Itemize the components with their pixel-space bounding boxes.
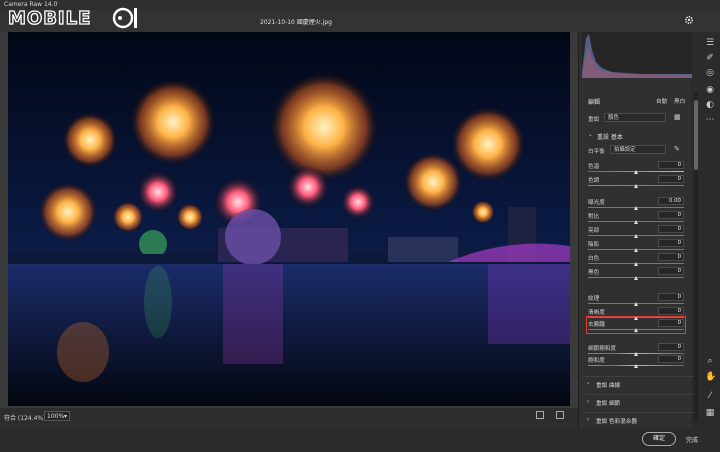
slider-value-temp[interactable]: 0 — [658, 161, 684, 169]
slider-label-vibrance: 細節飽和度 — [588, 346, 616, 352]
slider-value-tint[interactable]: 0 — [658, 175, 684, 183]
section-title: 重設 細節 — [596, 401, 621, 407]
slider-thumb-texture[interactable] — [634, 302, 638, 306]
compare-view-icon[interactable] — [556, 411, 564, 419]
slider-label-exposure: 曝光度 — [588, 200, 605, 206]
slider-value-saturation[interactable]: 0 — [658, 355, 684, 363]
section-title: 重設 曲線 — [596, 383, 621, 389]
hand-icon[interactable]: ✋ — [705, 372, 716, 382]
slider-value-exposure[interactable]: 0.00 — [658, 197, 684, 205]
slider-value-whites[interactable]: 0 — [658, 253, 684, 261]
slider-value-shadows[interactable]: 0 — [658, 239, 684, 247]
slider-label-contrast: 對比 — [588, 214, 600, 220]
slider-thumb-vibrance[interactable] — [634, 352, 638, 356]
slider-thumb-whites[interactable] — [634, 262, 638, 266]
profile-select[interactable]: 顏色 — [604, 113, 666, 122]
mobile01-logo: MOBILE — [7, 7, 137, 30]
basic-section-title[interactable]: 重設 基本 — [597, 132, 623, 141]
masking-icon[interactable]: ◎ — [705, 68, 715, 78]
edit-sliders-icon[interactable]: ☰ — [705, 38, 715, 48]
zoom-select[interactable]: 100% ▾ — [44, 411, 70, 421]
view-mode-icons — [536, 411, 564, 419]
eyedropper-icon[interactable]: ✎ — [674, 145, 680, 153]
photo-preview[interactable] — [8, 32, 570, 406]
slider-value-contrast[interactable]: 0 — [658, 211, 684, 219]
slider-label-saturation: 飽和度 — [588, 358, 605, 364]
edit-title: 編輯 — [588, 99, 601, 106]
chevron-down-icon: ▾ — [63, 413, 67, 420]
slider-thumb-tint[interactable] — [634, 184, 638, 188]
panel-scrollbar[interactable] — [694, 92, 698, 422]
slider-label-temp: 色溫 — [588, 164, 600, 170]
slider-thumb-shadows[interactable] — [634, 248, 638, 252]
eyedropper-tool-icon[interactable]: ⁄ — [705, 391, 715, 401]
healing-brush-icon[interactable]: ✐ — [705, 53, 715, 63]
wb-value: 拍攝設定 — [614, 147, 636, 153]
slider-label-whites: 白色 — [588, 256, 600, 262]
slider-thumb-highlights[interactable] — [634, 234, 638, 238]
ok-button[interactable]: 確定 — [642, 432, 676, 446]
slider-value-highlights[interactable]: 0 — [658, 225, 684, 233]
slider-thumb-saturation[interactable] — [634, 364, 638, 368]
chevron-right-icon: › — [587, 380, 590, 387]
bw-button[interactable]: 黑白 — [674, 97, 685, 105]
slider-thumb-contrast[interactable] — [634, 220, 638, 224]
profile-browser-icon[interactable]: ▦ — [674, 113, 681, 121]
slider-label-texture: 紋理 — [588, 296, 600, 302]
wb-label: 白平衡 — [588, 149, 605, 155]
slider-label-clarity: 清晰度 — [588, 310, 605, 316]
slider-label-shadows: 陰影 — [588, 242, 600, 248]
chevron-right-icon: › — [587, 416, 590, 423]
slider-label-blacks: 黑色 — [588, 270, 600, 276]
section-1[interactable]: › 重設 細節 — [582, 394, 694, 409]
profile-label: 重設 — [588, 117, 600, 123]
chevron-down-icon[interactable]: ⌄ — [588, 132, 593, 138]
presets-icon[interactable]: ◐ — [705, 100, 715, 110]
slider-value-blacks[interactable]: 0 — [658, 267, 684, 275]
profile-value: 顏色 — [608, 115, 619, 121]
single-view-icon[interactable] — [536, 411, 544, 419]
slider-thumb-temp[interactable] — [634, 170, 638, 174]
grid-icon[interactable]: ▦ — [705, 408, 715, 418]
auto-button[interactable]: 自動 — [656, 97, 667, 105]
section-2[interactable]: › 重設 色彩混合器 — [582, 412, 694, 427]
zoom-icon[interactable]: ⌕ — [705, 356, 715, 366]
slider-label-highlights: 亮部 — [588, 228, 600, 234]
red-eye-icon[interactable]: ◉ — [705, 85, 715, 95]
scroll-thumb[interactable] — [694, 100, 698, 170]
section-0[interactable]: › 重設 曲線 — [582, 376, 694, 391]
chevron-right-icon: › — [587, 398, 590, 405]
file-name: 2021-10-10 國慶煙火.jpg — [260, 19, 332, 26]
status-bar — [0, 408, 578, 428]
slider-value-vibrance[interactable]: 0 — [658, 343, 684, 351]
dehaze-highlight — [586, 316, 686, 334]
slider-value-texture[interactable]: 0 — [658, 293, 684, 301]
slider-label-tint: 色調 — [588, 178, 600, 184]
histogram — [582, 32, 692, 78]
wb-select[interactable]: 拍攝設定 — [610, 145, 666, 154]
section-title: 重設 色彩混合器 — [596, 419, 637, 425]
slider-thumb-blacks[interactable] — [634, 276, 638, 280]
zoom-value: 100% — [47, 413, 65, 420]
slider-value-clarity[interactable]: 0 — [658, 307, 684, 315]
image-canvas[interactable] — [0, 32, 578, 408]
bottom-bar — [0, 428, 720, 452]
done-button[interactable]: 完成 — [686, 435, 698, 444]
slider-thumb-exposure[interactable] — [634, 206, 638, 210]
logo-text: MOBILE — [8, 8, 91, 29]
more-icon[interactable]: ⋯ — [705, 115, 715, 125]
gear-icon[interactable] — [684, 15, 694, 25]
zoom-fit-label[interactable]: 符合 (124.4%) — [4, 413, 45, 422]
